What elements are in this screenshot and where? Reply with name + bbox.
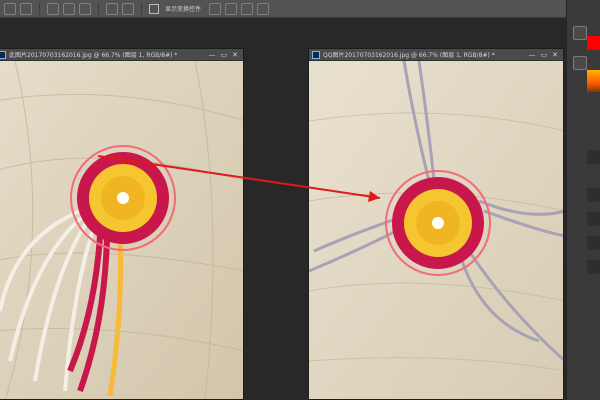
ps-document-icon xyxy=(0,50,6,59)
move-tool-icon[interactable] xyxy=(4,2,16,15)
3d-orbit-icon[interactable] xyxy=(209,2,222,15)
auto-select-icon[interactable] xyxy=(20,2,32,15)
canvas-image-right xyxy=(309,61,563,399)
distribute-vertical-icon[interactable] xyxy=(122,2,134,15)
close-icon[interactable]: ✕ xyxy=(552,51,558,59)
document-window-left[interactable]: 此图片20170703162016.jpg @ 66.7% (图层 1, RGB… xyxy=(0,48,244,400)
align-center-icon[interactable] xyxy=(63,2,75,15)
maximize-icon[interactable]: ▭ xyxy=(541,51,548,59)
panel-tab[interactable] xyxy=(587,188,600,202)
align-right-icon[interactable] xyxy=(79,2,91,15)
panel-tab[interactable] xyxy=(587,236,600,250)
toolbar-divider xyxy=(39,2,40,15)
3d-scale-icon[interactable] xyxy=(257,2,270,15)
panel-toggle-icon[interactable] xyxy=(573,26,587,40)
3d-pan-icon[interactable] xyxy=(225,2,238,15)
close-icon[interactable]: ✕ xyxy=(232,51,238,59)
maximize-icon[interactable]: ▭ xyxy=(221,51,228,59)
document-tab-bar[interactable]: QQ图片20170703162016.jpg @ 66.7% (图层 1, RG… xyxy=(309,49,563,61)
document-title: 此图片20170703162016.jpg @ 66.7% (图层 1, RGB… xyxy=(9,52,178,59)
ps-document-icon xyxy=(312,50,320,59)
document-canvas[interactable] xyxy=(0,61,243,399)
minimize-icon[interactable]: — xyxy=(529,51,536,59)
options-bar: 显示变换控件 xyxy=(0,0,566,18)
toolbar-divider xyxy=(141,2,142,15)
align-left-icon[interactable] xyxy=(47,2,59,15)
document-tab-bar[interactable]: 此图片20170703162016.jpg @ 66.7% (图层 1, RGB… xyxy=(0,49,243,61)
distribute-icon[interactable] xyxy=(106,2,118,15)
foreground-color-swatch[interactable] xyxy=(587,36,600,50)
document-title: QQ图片20170703162016.jpg @ 66.7% (图层 1, RG… xyxy=(323,52,495,59)
gradient-preview[interactable] xyxy=(587,70,600,92)
minimize-icon[interactable]: — xyxy=(209,51,216,59)
document-canvas[interactable] xyxy=(309,61,563,399)
right-panel-dock xyxy=(566,0,600,400)
show-transform-label: 显示变换控件 xyxy=(165,6,202,13)
show-transform-checkbox[interactable] xyxy=(149,3,159,14)
toolbar-divider xyxy=(98,2,99,15)
document-window-right[interactable]: QQ图片20170703162016.jpg @ 66.7% (图层 1, RG… xyxy=(308,48,564,400)
panel-tab[interactable] xyxy=(587,260,600,274)
panel-tab[interactable] xyxy=(587,150,600,164)
panel-tab[interactable] xyxy=(587,212,600,226)
3d-slide-icon[interactable] xyxy=(241,2,254,15)
swatches-icon[interactable] xyxy=(573,56,587,70)
canvas-image-left xyxy=(0,61,243,399)
